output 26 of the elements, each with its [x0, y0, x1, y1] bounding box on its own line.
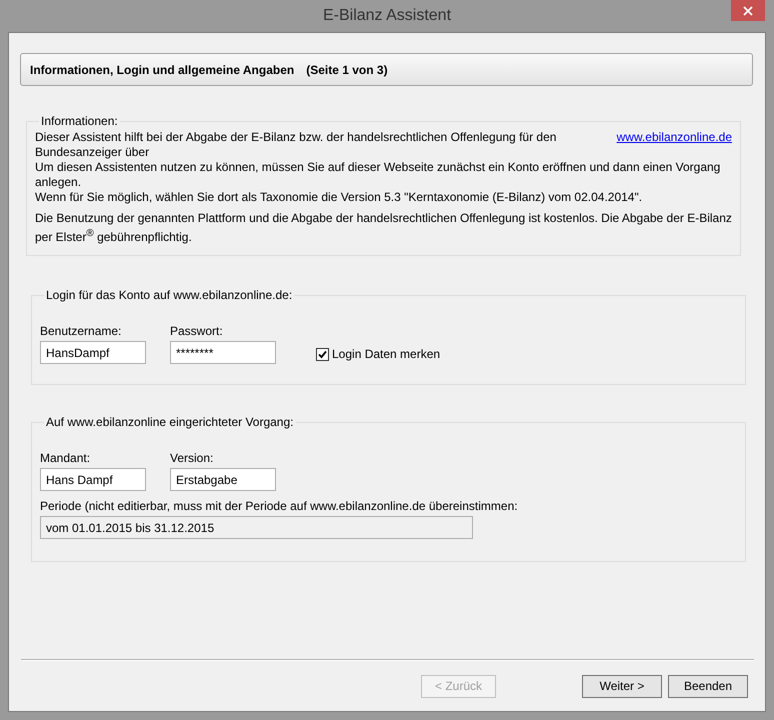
window-title: E-Bilanz Assistent	[322, 7, 452, 25]
info-text: Um diesen Assistenten nutzen zu können, müssen Sie auf dieser Webseite zunächst ein Konto eröffnen und dann einen Vorgang anlegen.	[35, 160, 722, 190]
field-label: Benutzername:	[40, 324, 122, 338]
group-legend: Auf www.ebilanzonline eingerichteter Vorgang:	[44, 415, 296, 429]
field-label: Passwort:	[170, 324, 224, 338]
info-text: Dieser Assistent hilft bei der Abgabe der E-Bilanz bzw. der handelsrechtlichen Offenlegung für den Bundesanzeiger über	[35, 130, 558, 160]
remember-checkbox[interactable]: Login Daten merken	[316, 347, 440, 361]
website-link[interactable]: www.ebilanzonline.de	[616, 130, 732, 160]
wizard-button[interactable]: Weiter >	[582, 674, 662, 698]
checkmark-icon	[318, 350, 327, 358]
page-indicator: (Seite 1 von 3)	[306, 62, 388, 76]
info-note: Die Benutzung der genannten Plattform und die Abgabe der handelsrechtlichen Offenlegung ist kostenlos. Die Abgabe der E-Bilanz per Elster$^{®}$ gebührenpflichtig.	[35, 211, 732, 245]
header-title: Informationen, Login und allgemeine Angaben	[30, 62, 294, 76]
wizard-button[interactable]: Beenden	[668, 674, 748, 698]
version-field[interactable]: Erstabgabe	[170, 468, 276, 491]
username-field[interactable]: HansDampf	[40, 341, 146, 364]
close-icon	[743, 6, 753, 16]
field-label: Periode (nicht editierbar, muss mit der Periode auf www.ebilanzonline.de übereinstimmen:	[40, 499, 519, 513]
close-button[interactable]	[731, 0, 765, 21]
group-legend: Login für das Konto auf www.ebilanzonline.de:	[44, 288, 294, 302]
password-field[interactable]: ********	[170, 341, 276, 364]
field-label: Version:	[170, 451, 214, 465]
info-text: Wenn für Sie möglich, wählen Sie dort als Taxonomie die Version 5.3 "Kerntaxonomie (E-Bilanz) vom 02.04.2014".	[35, 190, 644, 205]
client-field[interactable]: Hans Dampf	[40, 468, 146, 491]
group-legend: Informationen:	[39, 114, 120, 128]
field-label: Mandant:	[40, 451, 92, 465]
